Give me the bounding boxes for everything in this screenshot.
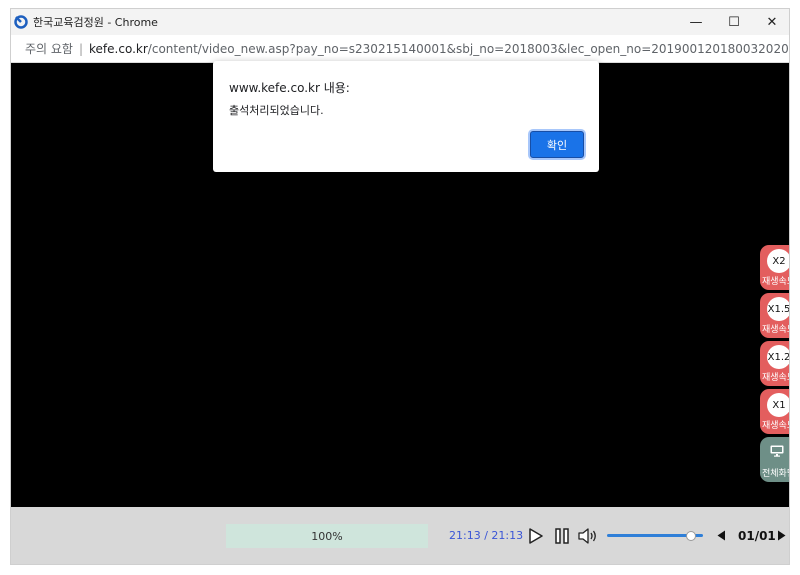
monitor-icon xyxy=(770,445,784,457)
pause-icon[interactable] xyxy=(555,528,569,544)
previous-page-icon[interactable] xyxy=(717,530,726,541)
player-controls: 100% 21:13 / 21:13 01/01 xyxy=(11,507,789,564)
app-logo-icon xyxy=(14,15,28,29)
fullscreen-button[interactable]: 전체화면 xyxy=(760,437,789,482)
speed-label: 재생속도 xyxy=(762,325,789,335)
window-title: 한국교육검정원 - Chrome xyxy=(33,16,158,29)
minimize-button[interactable]: — xyxy=(677,9,715,35)
window-controls: — ☐ ✕ xyxy=(677,9,789,35)
speed-label: 재생속도 xyxy=(762,277,789,287)
dialog-title: www.kefe.co.kr 내용: xyxy=(229,81,350,95)
address-separator: | xyxy=(78,41,84,56)
speed-rate-badge: X1.5 xyxy=(767,297,789,321)
speed-rate-badge: X1.2 xyxy=(767,345,789,369)
volume-icon[interactable] xyxy=(578,528,598,544)
volume-handle[interactable] xyxy=(686,531,697,541)
url-path[interactable]: /content/video_new.asp?pay_no=s230215140… xyxy=(148,42,789,56)
speed-rate-badge: X2 xyxy=(767,249,789,273)
url-host[interactable]: kefe.co.kr xyxy=(89,42,148,56)
progress-label: 100% xyxy=(311,529,343,543)
speed-x1-2-button[interactable]: X1.2 재생속도 xyxy=(760,341,789,386)
maximize-button[interactable]: ☐ xyxy=(715,9,753,35)
speed-label: 재생속도 xyxy=(762,373,789,383)
play-icon[interactable] xyxy=(529,528,543,544)
close-button[interactable]: ✕ xyxy=(753,9,789,35)
progress-indicator: 100% xyxy=(226,524,428,548)
fullscreen-label: 전체화면 xyxy=(762,469,789,479)
speed-x1-button[interactable]: X1 재생속도 xyxy=(760,389,789,434)
address-bar[interactable]: 주의 요함 | kefe.co.kr/content/video_new.asp… xyxy=(11,35,789,63)
volume-slider[interactable] xyxy=(607,531,703,541)
title-bar: 한국교육검정원 - Chrome — ☐ ✕ xyxy=(11,9,789,35)
security-warning-text[interactable]: 주의 요함 xyxy=(25,40,73,57)
time-display: 21:13 / 21:13 xyxy=(449,529,524,542)
alert-dialog: www.kefe.co.kr 내용: 출석처리되었습니다. 확인 xyxy=(213,61,599,172)
dialog-message: 출석처리되었습니다. xyxy=(229,104,324,117)
speed-x1-5-button[interactable]: X1.5 재생속도 xyxy=(760,293,789,338)
speed-x2-button[interactable]: X2 재생속도 xyxy=(760,245,789,290)
speed-label: 재생속도 xyxy=(762,421,789,431)
speed-rate-badge: X1 xyxy=(767,393,789,417)
page-indicator: 01/01 xyxy=(738,529,776,543)
next-page-icon[interactable] xyxy=(777,530,786,541)
ok-button[interactable]: 확인 xyxy=(530,131,584,158)
